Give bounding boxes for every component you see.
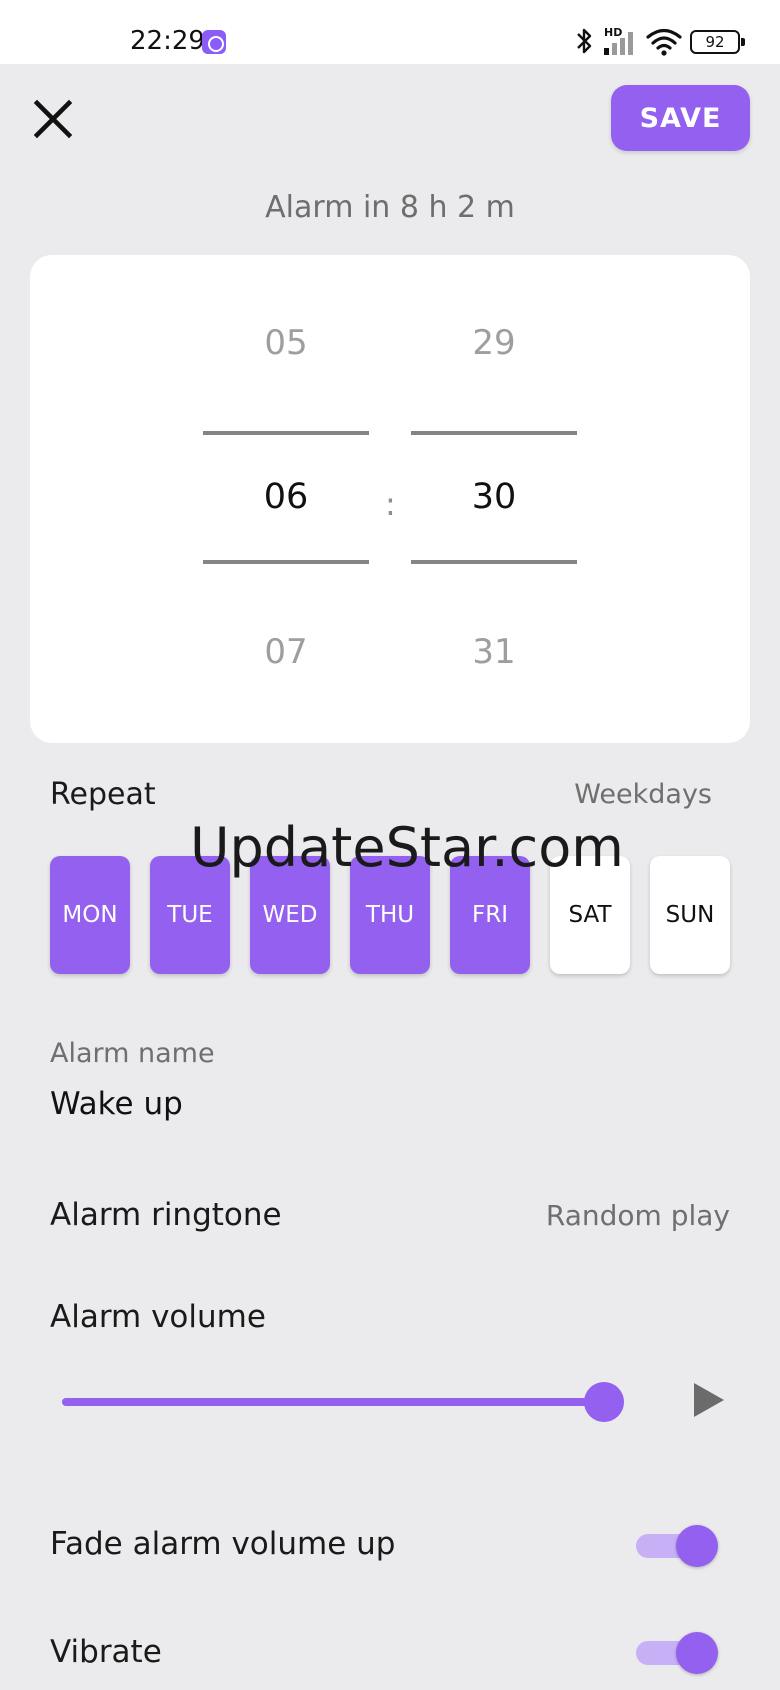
fade-volume-label: Fade alarm volume up [50,1526,396,1562]
fade-volume-toggle[interactable] [636,1523,718,1567]
volume-slider-fill [62,1398,604,1406]
minute-prev[interactable]: 29 [411,323,577,363]
status-bar: 22:29 HD 92 [0,0,780,64]
close-icon[interactable] [30,96,76,142]
alarm-name-field[interactable]: Wake up [50,1086,183,1122]
hour-divider-top [203,431,369,435]
alarm-ringtone-label[interactable]: Alarm ringtone [50,1197,282,1233]
alarm-countdown-text: Alarm in 8 h 2 m [265,190,515,225]
volume-slider[interactable] [62,1382,624,1422]
hour-divider-bottom [203,560,369,564]
hour-prev[interactable]: 05 [203,323,369,363]
vibrate-label: Vibrate [50,1634,162,1670]
wifi-icon [646,28,682,56]
day-toggle-mon[interactable]: MON [50,856,130,974]
bluetooth-icon [577,28,592,54]
time-separator: : [385,485,396,523]
alarm-clock-icon [202,30,226,54]
time-picker: 05 06 07 : 29 30 31 [30,255,750,743]
battery-indicator: 92 [690,30,745,54]
alarm-ringtone-value[interactable]: Random play [546,1199,730,1232]
hour-next[interactable]: 07 [203,632,369,672]
repeat-label: Repeat [50,777,156,812]
volume-slider-thumb[interactable] [584,1382,624,1422]
alarm-name-label: Alarm name [50,1038,215,1069]
minute-divider-bottom [411,560,577,564]
day-toggle-sun[interactable]: SUN [650,856,730,974]
repeat-value[interactable]: Weekdays [574,779,712,810]
hour-selected[interactable]: 06 [203,477,369,517]
fade-toggle-knob [676,1525,718,1567]
play-icon[interactable] [690,1380,728,1420]
minute-selected[interactable]: 30 [411,477,577,517]
minute-next[interactable]: 31 [411,632,577,672]
vibrate-toggle-knob [676,1632,718,1674]
alarm-volume-label: Alarm volume [50,1299,266,1335]
save-button[interactable]: SAVE [611,85,750,151]
status-time: 22:29 [130,26,205,56]
minute-divider-top [411,431,577,435]
vibrate-toggle[interactable] [636,1630,718,1674]
signal-icon [604,32,633,55]
watermark: UpdateStar.com [190,816,624,879]
